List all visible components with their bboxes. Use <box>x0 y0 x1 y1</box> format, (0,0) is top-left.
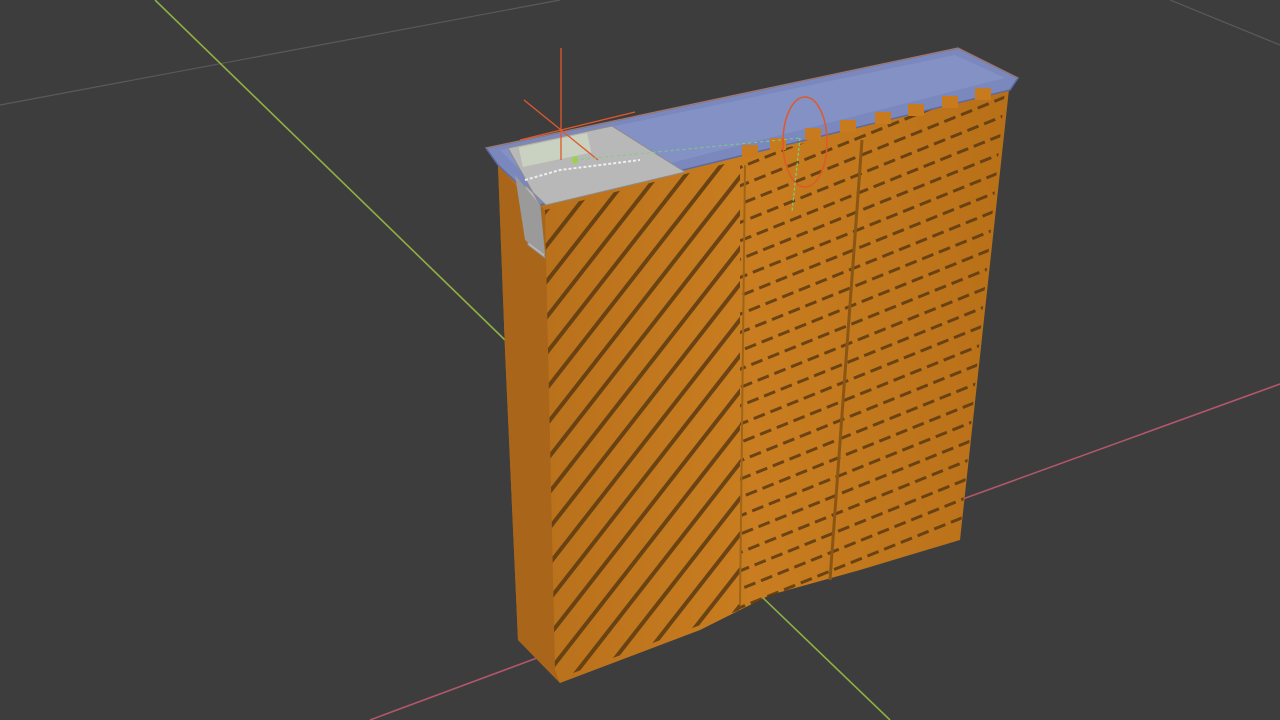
x-axis-line <box>959 383 1280 501</box>
3d-viewport[interactable] <box>0 0 1280 720</box>
selected-object[interactable] <box>484 47 1020 683</box>
x-axis-line <box>369 654 546 720</box>
y-axis-line <box>154 0 506 341</box>
viewport-scene[interactable] <box>0 0 1280 720</box>
grid-line <box>0 0 561 106</box>
y-axis-line <box>759 594 891 720</box>
grid-line <box>1169 0 1280 46</box>
grid-floor <box>0 0 1280 106</box>
object-slat-pattern-right <box>740 90 1005 610</box>
